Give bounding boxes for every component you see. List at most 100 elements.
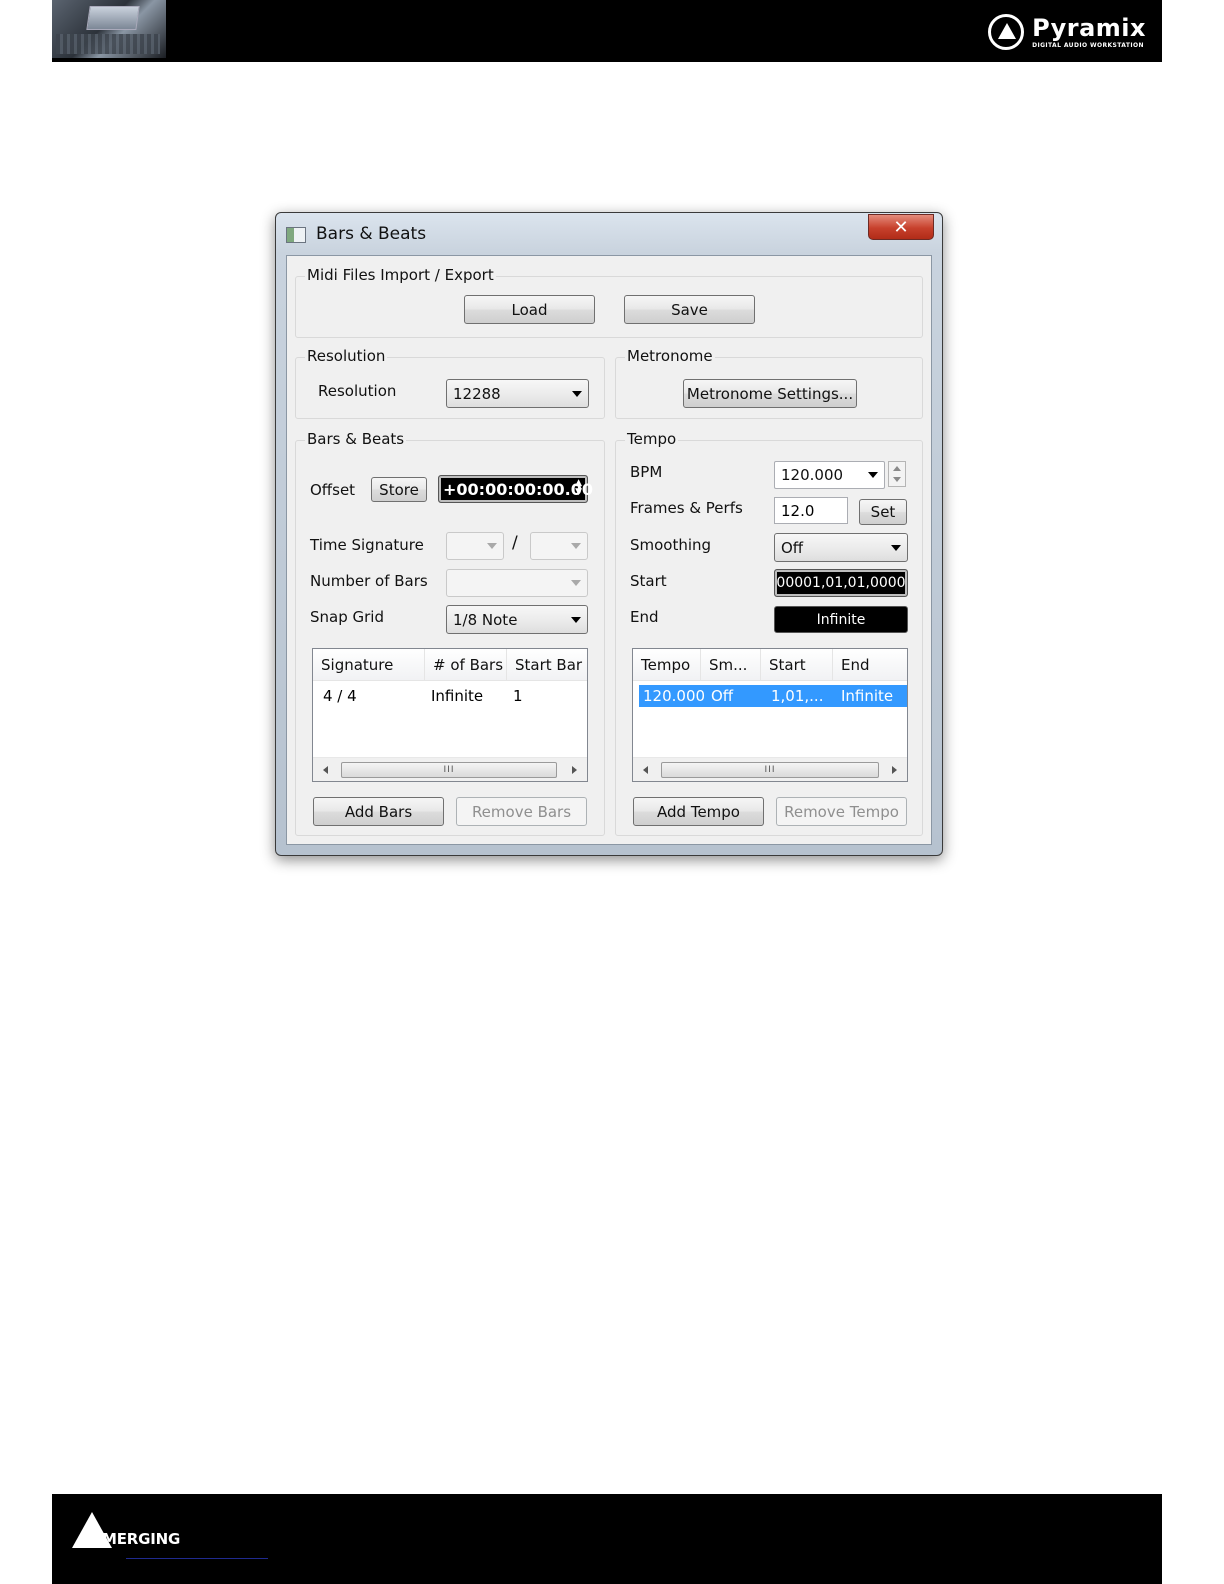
smoothing-label: Smoothing (630, 536, 712, 554)
scroll-right-icon[interactable] (892, 766, 897, 774)
resolution-dropdown[interactable]: 12288 (446, 379, 589, 408)
studio-photo (52, 0, 166, 58)
start-label: Start (630, 572, 667, 590)
bpm-combo[interactable]: 120.000 (774, 461, 885, 489)
column-header-bar-count[interactable]: # of Bars (425, 649, 507, 681)
end-label: End (630, 608, 659, 626)
column-header-start[interactable]: Start (761, 649, 833, 681)
chevron-down-icon (571, 543, 581, 549)
frames-perfs-value: 12.0 (781, 501, 815, 520)
scroll-left-icon[interactable] (643, 766, 648, 774)
cell-start: 1,01,... (771, 687, 824, 705)
horizontal-scrollbar[interactable]: III (313, 757, 587, 781)
chevron-down-icon (487, 543, 497, 549)
bpm-label: BPM (630, 463, 663, 481)
footer-link-underline (126, 1558, 268, 1559)
app-icon (286, 227, 306, 243)
snap-grid-dropdown[interactable]: 1/8 Note (446, 605, 588, 634)
page-header: Pyramix DIGITAL AUDIO WORKSTATION (52, 0, 1162, 62)
column-header-tempo[interactable]: Tempo (633, 649, 701, 681)
time-signature-separator: / (512, 533, 518, 553)
signature-list[interactable]: Signature # of Bars Start Bar 4 / 4 Infi… (312, 648, 588, 782)
pyramix-logo: Pyramix DIGITAL AUDIO WORKSTATION (988, 12, 1146, 52)
horizontal-scrollbar[interactable]: III (633, 757, 907, 781)
metronome-settings-button[interactable]: Metronome Settings... (683, 379, 857, 408)
offset-label: Offset (310, 481, 356, 499)
brand-name: Pyramix (1032, 13, 1146, 42)
dialog-client: Midi Files Import / Export Load Save Res… (286, 255, 932, 845)
bpm-value: 120.000 (781, 466, 844, 484)
bpm-spinner[interactable] (888, 461, 906, 487)
start-field[interactable]: 00001,01,01,0000 (774, 569, 908, 597)
end-field[interactable]: Infinite (774, 606, 908, 633)
close-button[interactable]: ✕ (868, 214, 934, 240)
cell-smoothing: Off (711, 687, 734, 705)
table-row[interactable]: 4 / 4 Infinite 1 (319, 685, 583, 707)
cell-signature: 4 / 4 (323, 687, 357, 705)
scroll-left-icon[interactable] (323, 766, 328, 774)
frames-perfs-input[interactable]: 12.0 (774, 497, 848, 524)
scroll-thumb[interactable]: III (341, 762, 557, 778)
merging-logo: MERGING (72, 1512, 180, 1548)
number-of-bars-label: Number of Bars (310, 572, 428, 590)
chevron-down-icon (891, 544, 901, 551)
page-footer: MERGING (52, 1494, 1162, 1584)
metronome-group: Metronome Metronome Settings... (615, 347, 923, 419)
spin-up-icon[interactable] (893, 466, 901, 471)
offset-value: +00:00:00:00.00 (443, 479, 594, 499)
time-signature-denominator-dropdown[interactable] (530, 532, 588, 560)
set-button[interactable]: Set (859, 499, 907, 525)
time-signature-numerator-dropdown[interactable] (446, 532, 504, 560)
start-value: 00001,01,01,0000 (776, 575, 906, 591)
remove-bars-button[interactable]: Remove Bars (456, 797, 587, 826)
signature-list-header: Signature # of Bars Start Bar (313, 649, 587, 681)
column-header-start-bar[interactable]: Start Bar (507, 649, 587, 681)
tempo-list[interactable]: Tempo Sm... Start End 120.000 Off 1,01,.… (632, 648, 908, 782)
resolution-group-label: Resolution (305, 347, 388, 365)
merging-brand-name: MERGING (102, 1530, 181, 1548)
scroll-right-icon[interactable] (572, 766, 577, 774)
chevron-down-icon (868, 472, 878, 478)
cell-tempo: 120.000 (643, 687, 706, 705)
table-row[interactable]: 120.000 Off 1,01,... Infinite (639, 685, 907, 707)
photo-console (56, 34, 160, 54)
snap-grid-label: Snap Grid (310, 608, 384, 626)
scroll-thumb[interactable]: III (661, 762, 879, 778)
tempo-group: Tempo BPM 120.000 Frames & Perfs 12.0 Se… (615, 430, 923, 836)
offset-timecode-field[interactable]: +00:00:00:00.00 ▲ ▼ (438, 475, 593, 503)
brand-subtitle: DIGITAL AUDIO WORKSTATION (1032, 41, 1144, 49)
close-icon: ✕ (893, 216, 909, 238)
number-of-bars-dropdown[interactable] (446, 569, 588, 597)
midi-group-label: Midi Files Import / Export (305, 266, 496, 284)
cell-bar-count: Infinite (431, 687, 484, 705)
smoothing-dropdown[interactable]: Off (774, 533, 908, 562)
time-signature-label: Time Signature (310, 536, 424, 554)
column-header-end[interactable]: End (833, 649, 907, 681)
resolution-label: Resolution (318, 382, 397, 400)
frames-perfs-label: Frames & Perfs (630, 499, 743, 517)
load-button[interactable]: Load (464, 295, 595, 324)
add-bars-button[interactable]: Add Bars (313, 797, 444, 826)
up-down-icon[interactable]: ▲ ▼ (575, 479, 582, 497)
resolution-group: Resolution Resolution 12288 (295, 347, 605, 419)
midi-group: Midi Files Import / Export Load Save (295, 266, 923, 338)
add-tempo-button[interactable]: Add Tempo (633, 797, 764, 826)
pyramix-logo-icon (988, 14, 1025, 50)
store-button[interactable]: Store (371, 477, 427, 502)
remove-tempo-button[interactable]: Remove Tempo (776, 797, 907, 826)
spin-down-icon[interactable] (893, 477, 901, 482)
bars-beats-window: Bars & Beats ✕ Midi Files Import / Expor… (275, 212, 943, 856)
window-title: Bars & Beats (316, 224, 427, 244)
chevron-down-icon (572, 390, 582, 397)
tempo-list-header: Tempo Sm... Start End (633, 649, 907, 681)
chevron-down-icon (571, 616, 581, 623)
column-header-signature[interactable]: Signature (313, 649, 425, 681)
end-value: Infinite (816, 611, 866, 628)
cell-start-bar: 1 (513, 687, 523, 705)
metronome-group-label: Metronome (625, 347, 715, 365)
save-button[interactable]: Save (624, 295, 755, 324)
resolution-value: 12288 (453, 384, 501, 403)
snap-grid-value: 1/8 Note (453, 610, 518, 629)
column-header-smoothing[interactable]: Sm... (701, 649, 761, 681)
title-bar[interactable]: Bars & Beats ✕ (276, 213, 942, 253)
